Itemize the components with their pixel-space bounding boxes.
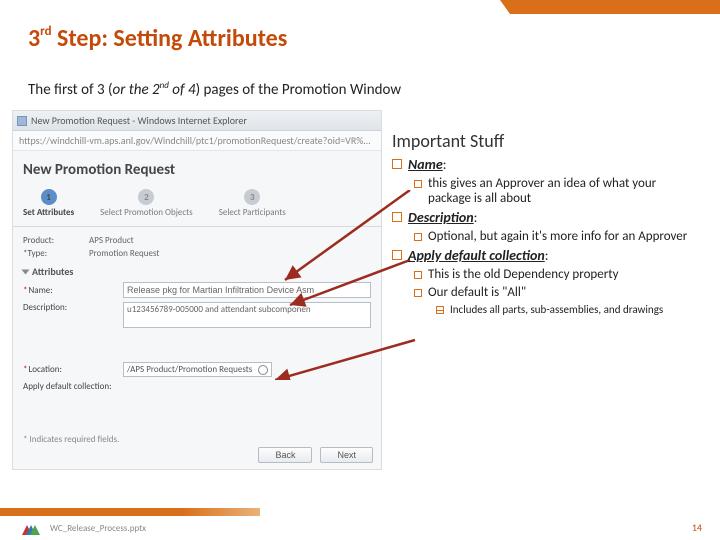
bullet-icon	[414, 271, 422, 279]
note-desc-label: Description	[408, 209, 474, 226]
note-apply-sub-text: Includes all parts, sub-assemblies, and …	[450, 303, 663, 316]
type-row: *Type:Promotion Request	[23, 248, 371, 259]
note-apply-sub: Includes all parts, sub-assemblies, and …	[436, 303, 702, 316]
product-row: Product:APS Product	[23, 235, 371, 246]
step-2-dot: 2	[138, 189, 154, 205]
attributes-header[interactable]: Attributes	[23, 265, 371, 278]
note-apply-desc1-text: This is the old Dependency property	[428, 267, 619, 282]
step-3-dot: 3	[244, 189, 260, 205]
bullet-icon	[414, 233, 422, 241]
name-input[interactable]	[123, 282, 371, 298]
note-apply-desc1: This is the old Dependency property	[414, 267, 702, 282]
note-desc-colon: :	[474, 209, 478, 226]
note-apply-desc2-text: Our default is "All"	[428, 285, 526, 300]
notes-heading: Important Stuff	[392, 130, 702, 152]
note-apply-desc2: Our default is "All"	[414, 285, 702, 300]
form-heading: New Promotion Request	[13, 151, 381, 185]
note-apply-label: Apply default collection	[408, 247, 545, 264]
subtitle-italic-pre: or the 2	[113, 81, 160, 99]
accent-bottom	[0, 508, 260, 516]
note-apply-colon: :	[545, 247, 549, 264]
window-title: New Promotion Request - Windows Internet…	[31, 114, 247, 127]
accent-top	[510, 0, 720, 14]
step-2[interactable]: 2 Select Promotion Objects	[100, 189, 193, 218]
location-radio-icon	[258, 365, 268, 375]
bullet-icon	[436, 306, 444, 314]
note-name: Name:	[392, 156, 702, 173]
description-label: Description:	[23, 302, 123, 313]
apply-default-row: Apply default collection:	[23, 381, 371, 392]
title-ord-suffix: rd	[40, 24, 51, 39]
note-description: Description:	[392, 209, 702, 226]
next-button[interactable]: Next	[320, 447, 373, 463]
form-body: Product:APS Product *Type:Promotion Requ…	[13, 227, 381, 402]
step-3-label: Select Participants	[219, 207, 286, 218]
page-number: 14	[692, 521, 702, 534]
location-label: Location:	[23, 364, 123, 375]
bullet-icon	[392, 159, 402, 169]
type-label: *Type:	[23, 248, 89, 259]
address-bar[interactable]: https://windchill-vm.aps.anl.gov/Windchi…	[13, 131, 381, 151]
product-label: Product:	[23, 235, 89, 246]
note-name-desc-text: this gives an Approver an idea of what y…	[428, 176, 702, 206]
url-text: https://windchill-vm.aps.anl.gov/Windchi…	[19, 134, 375, 147]
apply-default-label: Apply default collection:	[23, 381, 153, 392]
embedded-screenshot: New Promotion Request - Windows Internet…	[12, 110, 382, 470]
location-text: /APS Product/Promotion Requests	[127, 364, 252, 375]
description-row: Description: u123456789-005000 and atten…	[23, 302, 371, 328]
note-desc-desc-text: Optional, but again it's more info for a…	[428, 229, 687, 244]
slide: 3rd Step: Setting Attributes The first o…	[0, 0, 720, 540]
description-input[interactable]: u123456789-005000 and attendant subcompo…	[123, 302, 371, 328]
name-label: Name:	[23, 285, 123, 296]
required-footnote: * Indicates required fields.	[23, 434, 119, 445]
back-button[interactable]: Back	[258, 447, 312, 463]
subtitle-italic-post: of 4	[169, 81, 196, 99]
bullet-icon	[414, 180, 422, 188]
title-rest: Step: Setting Attributes	[52, 24, 288, 53]
bullet-icon	[392, 212, 402, 222]
bullet-icon	[414, 289, 422, 297]
wizard-steps: 1 Set Attributes 2 Select Promotion Object…	[13, 185, 381, 227]
location-value[interactable]: /APS Product/Promotion Requests	[123, 362, 272, 377]
attributes-header-text: Attributes	[32, 265, 73, 278]
bullet-icon	[392, 250, 402, 260]
step-1[interactable]: 1 Set Attributes	[23, 189, 74, 218]
footer-filename: WC_Release_Process.pptx	[50, 523, 146, 534]
window-titlebar: New Promotion Request - Windows Internet…	[13, 111, 381, 131]
notes-column: Important Stuff Name: this gives an Appr…	[392, 130, 702, 319]
note-description-desc: Optional, but again it's more info for a…	[414, 229, 702, 244]
note-name-colon: :	[443, 156, 447, 173]
subtitle-post: ) pages of the Promotion Window	[196, 81, 402, 99]
step-3[interactable]: 3 Select Participants	[219, 189, 286, 218]
name-row: Name:	[23, 282, 371, 298]
step-2-label: Select Promotion Objects	[100, 207, 193, 218]
note-apply: Apply default collection:	[392, 247, 702, 264]
note-name-desc: this gives an Approver an idea of what y…	[414, 176, 702, 206]
accent-top-edge	[500, 0, 510, 14]
type-value: Promotion Request	[89, 248, 159, 259]
collapse-icon	[22, 269, 30, 274]
slide-subtitle: The first of 3 (or the 2nd of 4) pages o…	[28, 80, 401, 99]
step-1-label: Set Attributes	[23, 207, 74, 218]
subtitle-pre: The first of 3 (	[28, 81, 113, 99]
wizard-buttons: Back Next	[258, 447, 373, 463]
logo-icon	[22, 521, 40, 535]
slide-title: 3rd Step: Setting Attributes	[28, 24, 287, 53]
title-ord: 3	[28, 24, 40, 53]
subtitle-sup: nd	[160, 80, 169, 91]
note-name-label: Name	[408, 156, 443, 173]
product-value: APS Product	[89, 235, 134, 246]
step-1-dot: 1	[41, 189, 57, 205]
browser-icon	[17, 116, 27, 126]
location-row: Location: /APS Product/Promotion Request…	[23, 362, 371, 377]
